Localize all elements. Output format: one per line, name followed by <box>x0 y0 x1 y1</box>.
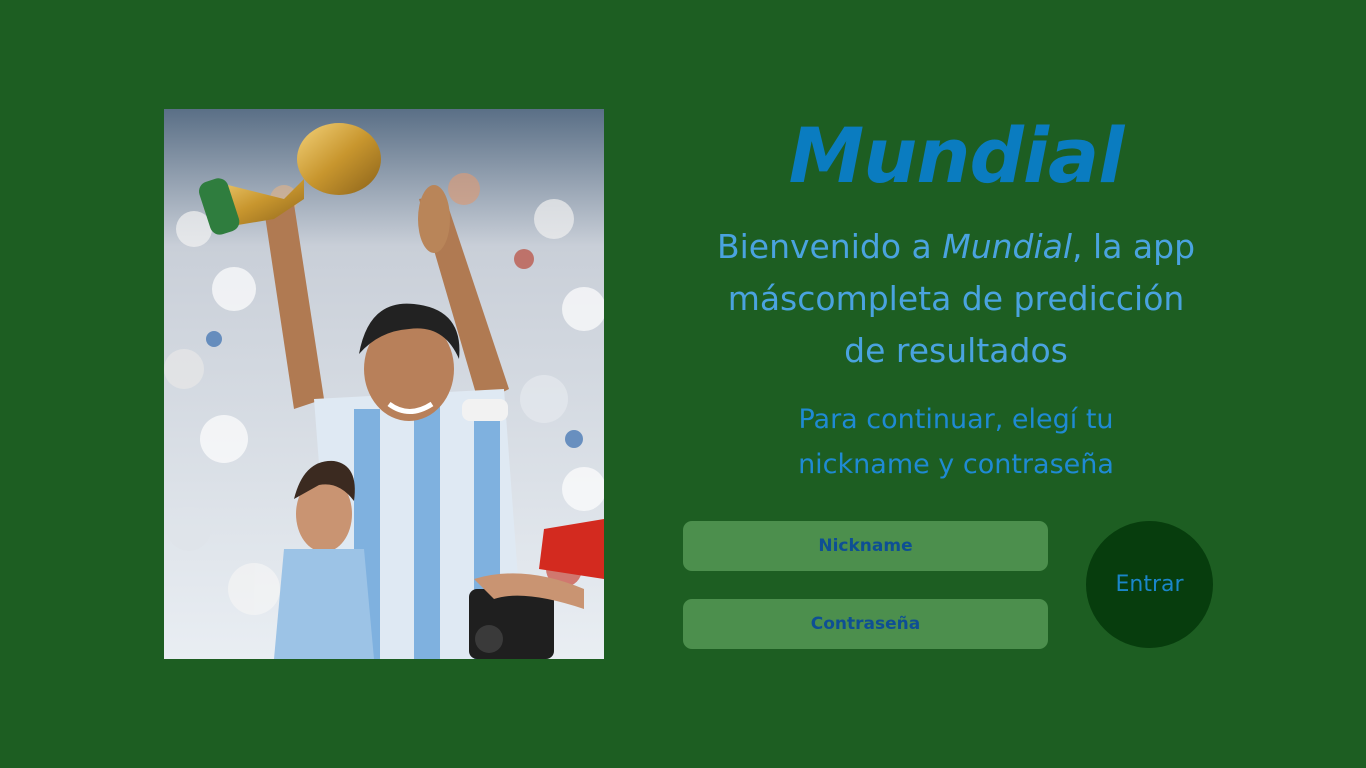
welcome-line-3: de resultados <box>844 331 1068 370</box>
welcome-prefix: Bienvenido a <box>716 227 943 266</box>
welcome-line-2: máscompleta de predicción <box>727 279 1185 318</box>
enter-button[interactable]: Entrar <box>1086 521 1213 648</box>
password-input[interactable] <box>683 599 1048 649</box>
instructions-line-1: Para continuar, elegí tu <box>798 404 1114 435</box>
nickname-input[interactable] <box>683 521 1048 571</box>
login-panel: Mundial Bienvenido a Mundial, la app más… <box>640 0 1260 768</box>
hero-photo-illustration <box>164 109 604 659</box>
app-title: Mundial <box>788 111 1125 200</box>
hero-photo <box>164 109 604 659</box>
welcome-suffix: , la app <box>1072 227 1196 266</box>
instructions-line-2: nickname y contraseña <box>798 449 1114 480</box>
welcome-text: Bienvenido a Mundial, la app máscompleta… <box>700 221 1212 377</box>
instructions-text: Para continuar, elegí tu nickname y cont… <box>736 397 1176 487</box>
login-page: Mundial Bienvenido a Mundial, la app más… <box>0 0 1366 768</box>
welcome-brand: Mundial <box>942 227 1073 266</box>
